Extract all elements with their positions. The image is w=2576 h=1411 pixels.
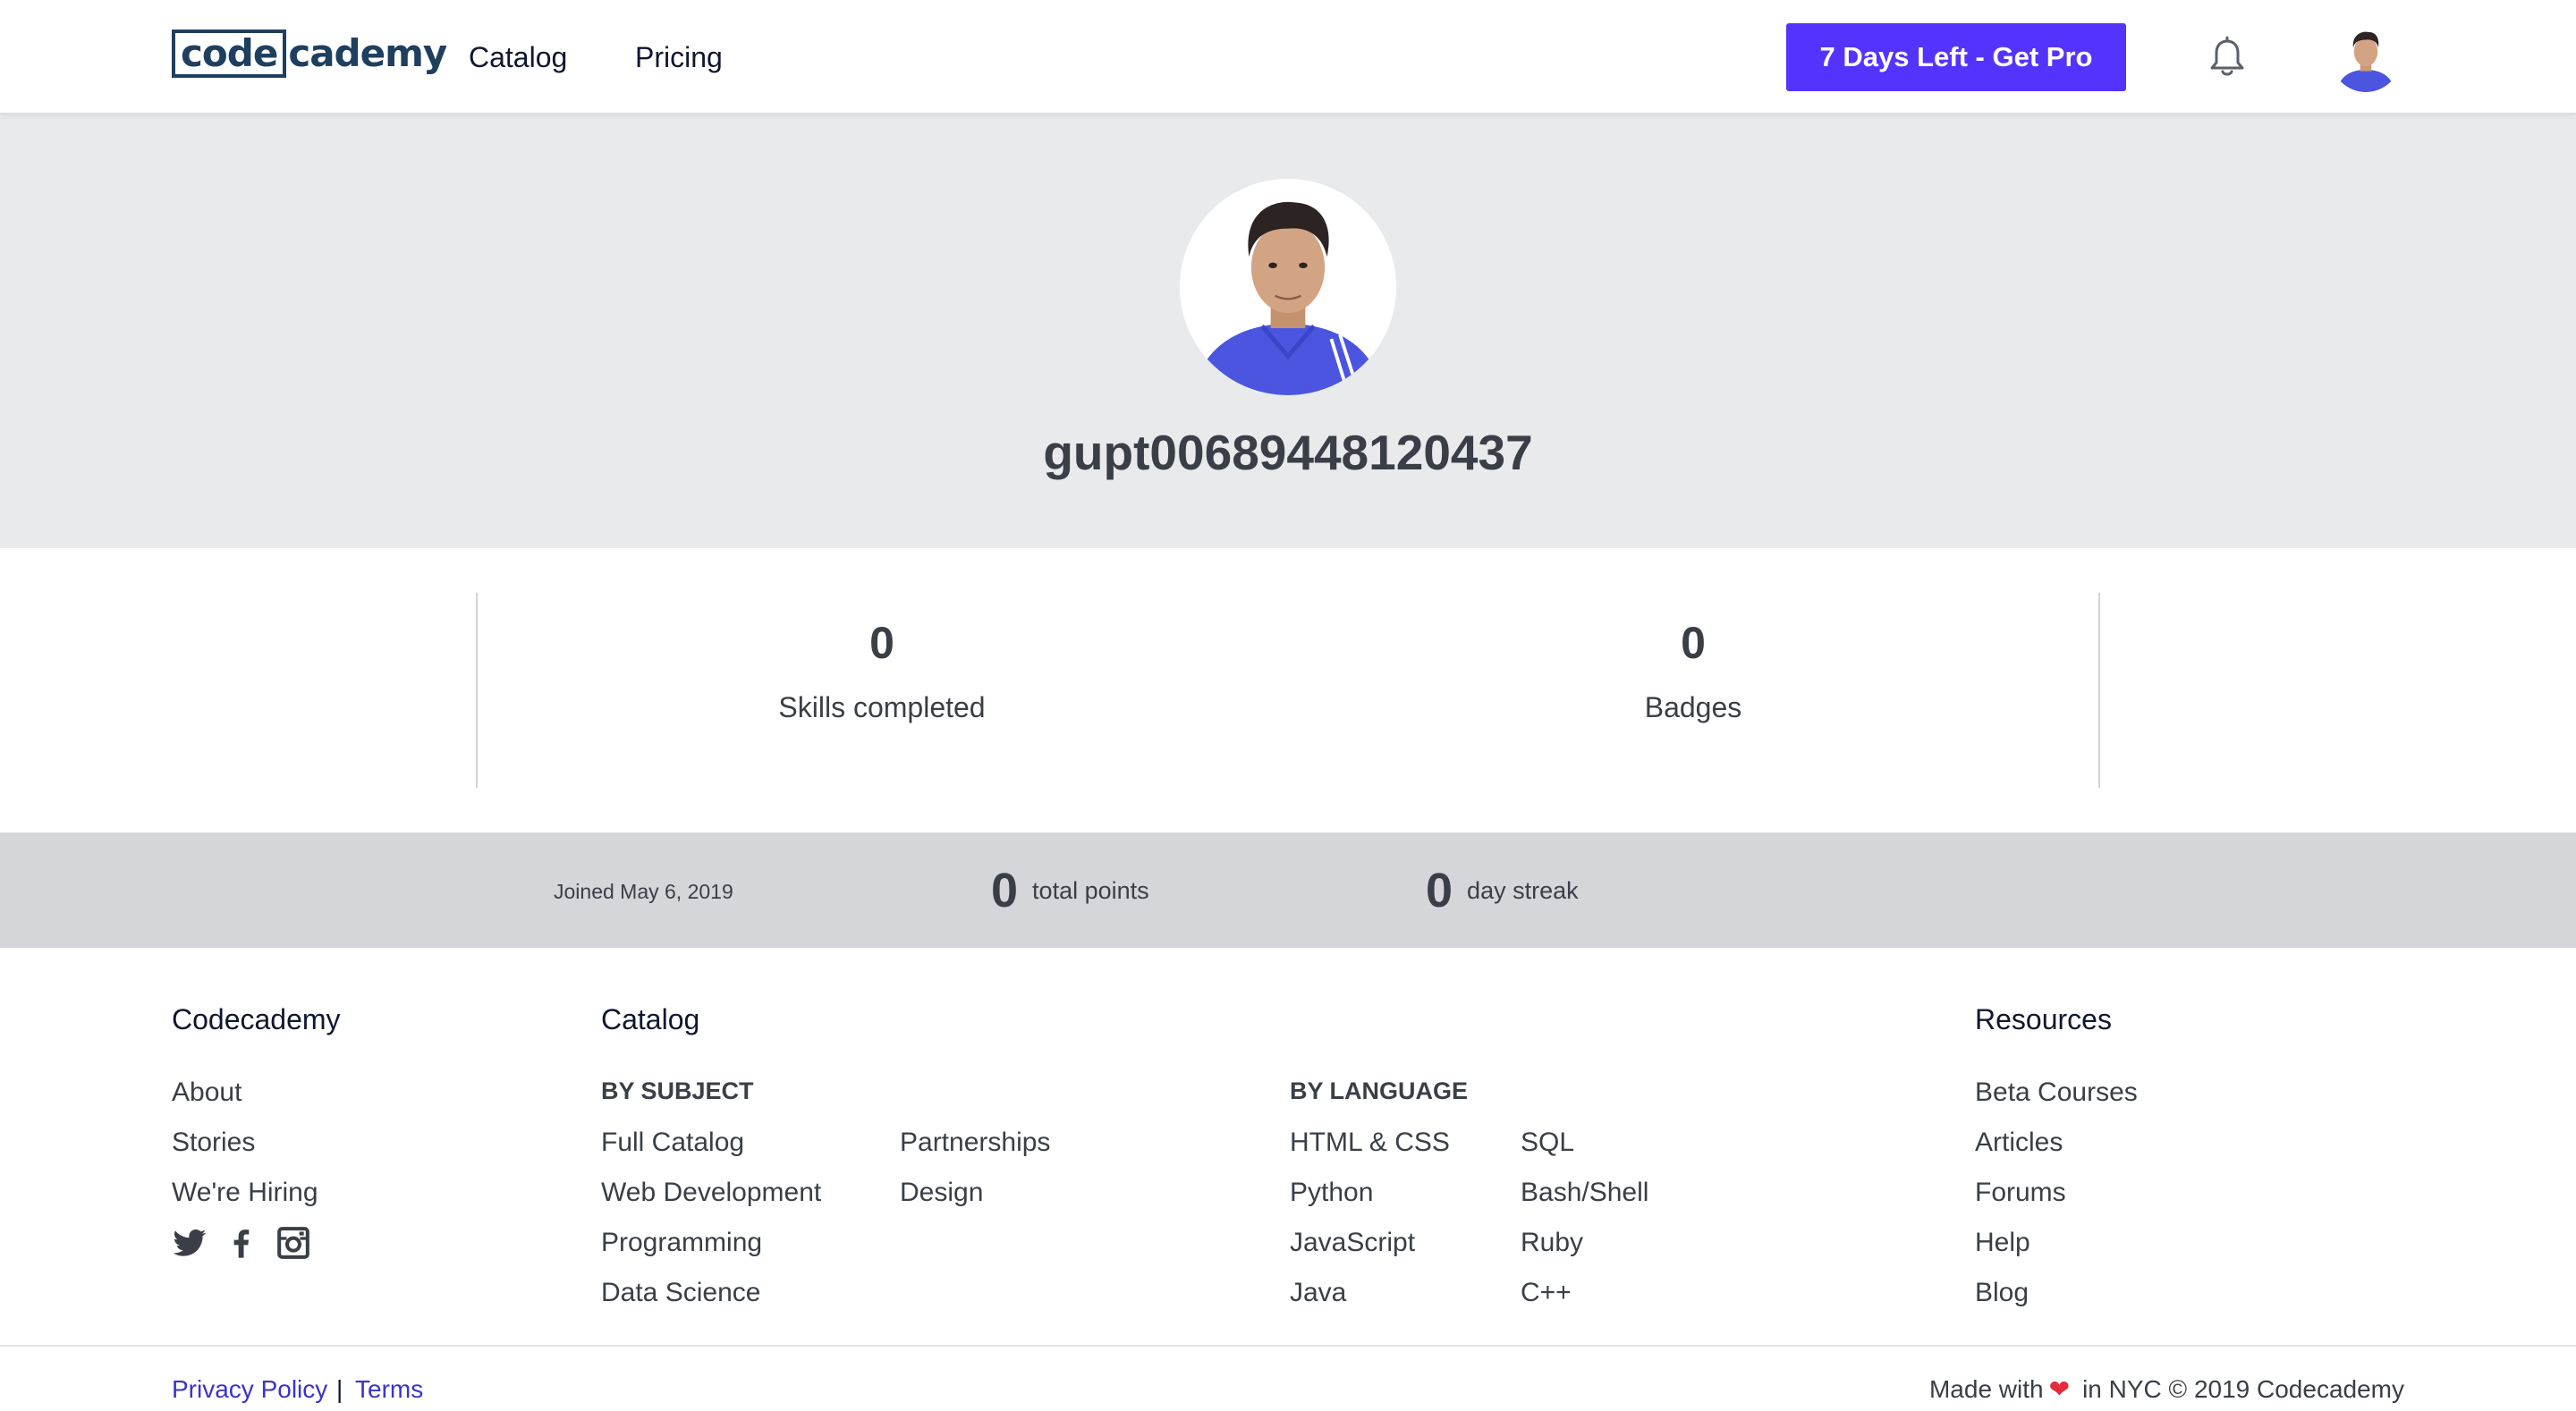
joined-date: Joined May 6, 2019 <box>554 880 733 903</box>
footer-link-hiring[interactable]: We're Hiring <box>172 1173 318 1212</box>
total-points-value: 0 <box>991 864 1019 917</box>
footer-link-javascript[interactable]: JavaScript <box>1290 1223 1415 1263</box>
day-streak: 0 day streak <box>1426 859 1579 922</box>
footer-link-forums[interactable]: Forums <box>1975 1173 2066 1212</box>
nav-catalog-link[interactable]: Catalog <box>469 36 567 79</box>
bell-icon[interactable] <box>2207 36 2247 79</box>
total-points: 0 total points <box>991 859 1149 922</box>
skills-completed-label: Skills completed <box>778 691 986 723</box>
footer-link-java[interactable]: Java <box>1290 1273 1346 1313</box>
footer-link-sql[interactable]: SQL <box>1521 1123 1574 1162</box>
made-with-suffix: in NYC © 2019 Codecademy <box>2082 1375 2404 1403</box>
codecademy-logo[interactable]: code cademy <box>172 29 447 79</box>
footer-link-html-css[interactable]: HTML & CSS <box>1290 1123 1450 1162</box>
footer-link-help[interactable]: Help <box>1975 1223 2030 1263</box>
footer-link-python[interactable]: Python <box>1290 1173 1373 1212</box>
profile-username: gupt00689448120437 <box>1043 425 1533 480</box>
made-with-prefix: Made with <box>1928 1375 2044 1403</box>
footer-link-bash-shell[interactable]: Bash/Shell <box>1521 1173 1648 1212</box>
logo-boxed-text: code <box>172 30 287 78</box>
badges-count: 0 <box>1681 618 1706 668</box>
footer-resources-title: Resources <box>1975 1003 2112 1035</box>
footer-link-full-catalog[interactable]: Full Catalog <box>601 1123 744 1162</box>
day-streak-value: 0 <box>1426 864 1453 917</box>
legal-separator: | <box>336 1375 343 1403</box>
twitter-icon[interactable] <box>172 1225 208 1261</box>
footer-link-articles[interactable]: Articles <box>1975 1123 2063 1162</box>
badges-label: Badges <box>1644 691 1742 723</box>
footer-by-subject-label: BY SUBJECT <box>601 1077 754 1104</box>
social-links <box>172 1225 311 1261</box>
stats-divider-right <box>2098 593 2100 788</box>
footer-link-stories[interactable]: Stories <box>172 1123 255 1162</box>
made-with-love: Made with ❤ in NYC © 2019 Codecademy <box>1929 1372 2404 1407</box>
day-streak-label: day streak <box>1467 876 1579 904</box>
profile-stats: 0 Skills completed 0 Badges <box>0 548 2576 832</box>
footer-link-data-science[interactable]: Data Science <box>601 1273 760 1313</box>
logo-text: cademy <box>288 31 447 75</box>
footer-catalog-title: Catalog <box>601 1003 700 1035</box>
badges-stat: 0 Badges <box>1425 611 1962 729</box>
terms-link[interactable]: Terms <box>355 1372 423 1407</box>
footer-codecademy-title: Codecademy <box>172 1003 341 1035</box>
user-avatar-icon[interactable] <box>2331 22 2401 92</box>
footer-link-partnerships[interactable]: Partnerships <box>900 1123 1050 1162</box>
get-pro-button[interactable]: 7 Days Left - Get Pro <box>1786 23 2126 91</box>
footer-by-language-label: BY LANGUAGE <box>1290 1077 1469 1104</box>
footer-link-cpp[interactable]: C++ <box>1521 1273 1572 1313</box>
profile-meta-strip: Joined May 6, 2019 0 total points 0 day … <box>0 832 2576 948</box>
nav-pricing-link[interactable]: Pricing <box>635 36 723 79</box>
skills-completed-stat: 0 Skills completed <box>614 611 1150 729</box>
top-navbar: code cademy Catalog Pricing 7 Days Left … <box>0 0 2576 114</box>
stats-divider-left <box>476 593 478 788</box>
footer-link-ruby[interactable]: Ruby <box>1521 1223 1583 1263</box>
profile-banner: gupt00689448120437 <box>0 114 2576 548</box>
footer-link-design[interactable]: Design <box>900 1173 983 1212</box>
instagram-icon[interactable] <box>275 1225 311 1261</box>
site-footer: Codecademy About Stories We're Hiring Ca… <box>0 948 2576 1411</box>
skills-completed-count: 0 <box>869 618 894 668</box>
footer-link-programming[interactable]: Programming <box>601 1223 762 1263</box>
facebook-icon[interactable] <box>224 1225 259 1261</box>
privacy-policy-link[interactable]: Privacy Policy <box>172 1372 327 1407</box>
footer-link-blog[interactable]: Blog <box>1975 1273 2029 1313</box>
footer-link-beta-courses[interactable]: Beta Courses <box>1975 1073 2138 1112</box>
total-points-label: total points <box>1032 876 1149 904</box>
footer-link-about[interactable]: About <box>172 1073 242 1112</box>
heart-icon: ❤ <box>2048 1375 2071 1403</box>
profile-avatar <box>1180 179 1396 395</box>
footer-divider <box>0 1345 2576 1347</box>
footer-link-web-development[interactable]: Web Development <box>601 1173 821 1212</box>
